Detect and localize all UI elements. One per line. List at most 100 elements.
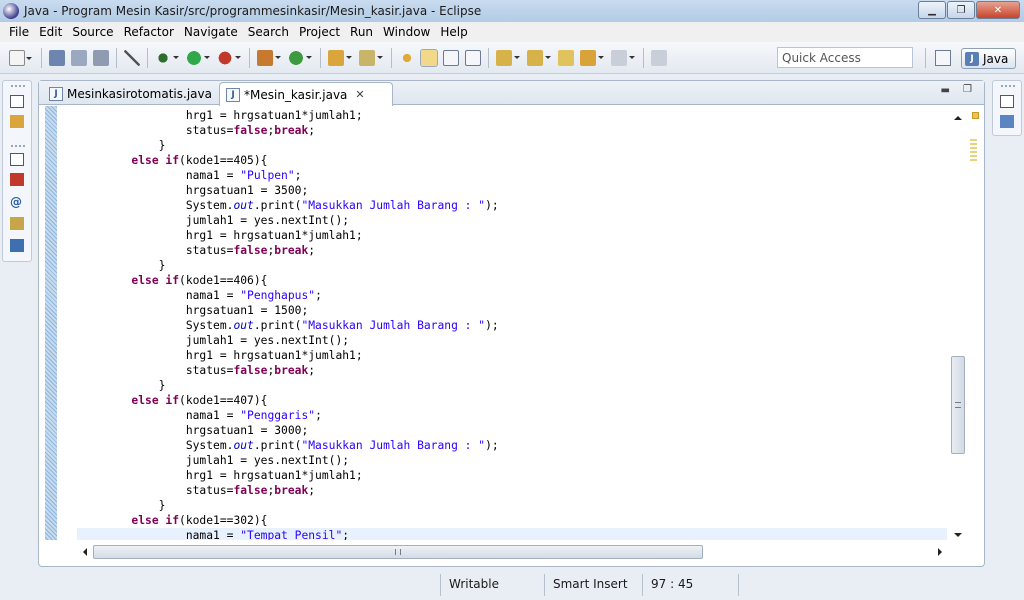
code-token: .print(	[253, 199, 302, 212]
maximize-view-icon[interactable]: ❐	[963, 84, 972, 95]
code-line[interactable]: else if(kode1==405){	[77, 153, 947, 168]
code-line[interactable]: nama1 = "Tempat Pensil";	[77, 528, 947, 540]
console-icon[interactable]	[10, 239, 24, 252]
code-line[interactable]: status=false;break;	[77, 363, 947, 378]
menu-search[interactable]: Search	[243, 25, 294, 39]
code-line[interactable]: hrg1 = hrgsatuan1*jumlah1;	[77, 348, 947, 363]
code-line[interactable]: }	[77, 498, 947, 513]
vertical-scroll-thumb[interactable]	[951, 356, 965, 454]
minimize-view-icon[interactable]: ▬	[941, 85, 950, 96]
save-all-icon[interactable]	[71, 49, 87, 66]
skip-breakpoints-icon[interactable]	[124, 49, 140, 66]
menu-run[interactable]: Run	[345, 25, 378, 39]
new-java-class-icon[interactable]	[288, 49, 312, 66]
new-icon[interactable]	[9, 49, 32, 66]
javadoc-icon[interactable]: @	[10, 195, 24, 209]
code-line[interactable]: nama1 = "Penghapus";	[77, 288, 947, 303]
trim-grip	[1001, 85, 1015, 87]
restore-icon[interactable]	[10, 95, 24, 108]
run-external-tools-icon[interactable]	[217, 49, 241, 66]
overview-ruler-marks[interactable]	[970, 139, 977, 161]
scroll-left-icon[interactable]	[79, 548, 87, 556]
menu-bar: File Edit Source Refactor Navigate Searc…	[0, 22, 1024, 42]
menu-source[interactable]: Source	[67, 25, 118, 39]
toggle-highlight-icon[interactable]	[420, 48, 438, 67]
pin-editor-icon[interactable]	[651, 49, 667, 66]
run-icon[interactable]	[186, 49, 210, 66]
code-line[interactable]: hrgsatuan1 = 3500;	[77, 183, 947, 198]
code-line[interactable]: else if(kode1==406){	[77, 273, 947, 288]
quick-access-input[interactable]: Quick Access	[777, 47, 913, 68]
menu-window[interactable]: Window	[378, 25, 435, 39]
code-line[interactable]: status=false;break;	[77, 243, 947, 258]
next-annotation-icon[interactable]	[496, 49, 520, 66]
code-line[interactable]: else if(kode1==302){	[77, 513, 947, 528]
menu-project[interactable]: Project	[294, 25, 345, 39]
close-window-button[interactable]: ✕	[976, 1, 1020, 19]
previous-annotation-icon[interactable]	[527, 49, 551, 66]
open-type-icon[interactable]	[328, 49, 352, 66]
menu-help[interactable]: Help	[435, 25, 472, 39]
code-token: (kode1==407){	[179, 394, 268, 407]
code-line[interactable]: hrgsatuan1 = 3000;	[77, 423, 947, 438]
code-line[interactable]: jumlah1 = yes.nextInt();	[77, 213, 947, 228]
close-tab-icon[interactable]: ✕	[355, 88, 364, 101]
tab-mesin-kasir[interactable]: J *Mesin_kasir.java ✕	[219, 82, 393, 106]
open-perspective-icon[interactable]	[935, 50, 951, 66]
maximize-button[interactable]: ❐	[947, 1, 975, 19]
code-token: }	[77, 139, 166, 152]
code-line[interactable]: nama1 = "Pulpen";	[77, 168, 947, 183]
problems-icon[interactable]	[10, 173, 24, 186]
code-line[interactable]: System.out.print("Masukkan Jumlah Barang…	[77, 198, 947, 213]
menu-file[interactable]: File	[4, 25, 34, 39]
declaration-icon[interactable]	[10, 217, 24, 230]
scroll-up-icon[interactable]	[954, 112, 962, 120]
editor-tab-bar: J Mesinkasirotomatis.java J *Mesin_kasir…	[39, 81, 984, 106]
tab-mesinkasirotomatis[interactable]: J Mesinkasirotomatis.java	[43, 82, 217, 105]
code-line[interactable]: hrg1 = hrgsatuan1*jumlah1;	[77, 108, 947, 123]
code-line[interactable]: System.out.print("Masukkan Jumlah Barang…	[77, 318, 947, 333]
outline-icon[interactable]	[1000, 115, 1014, 128]
show-whitespace-icon[interactable]	[465, 49, 481, 66]
block-selection-icon[interactable]	[443, 49, 459, 66]
horizontal-scroll-thumb[interactable]	[93, 545, 703, 559]
code-line[interactable]: }	[77, 378, 947, 393]
scroll-down-icon[interactable]	[954, 533, 962, 541]
new-java-package-icon[interactable]	[257, 49, 281, 66]
code-line[interactable]: }	[77, 138, 947, 153]
restore-icon[interactable]	[1000, 95, 1014, 108]
java-perspective-button[interactable]: J Java	[961, 48, 1016, 69]
code-editor[interactable]: hrg1 = hrgsatuan1*jumlah1; status=false;…	[39, 106, 984, 540]
code-line[interactable]: hrg1 = hrgsatuan1*jumlah1;	[77, 468, 947, 483]
code-line[interactable]: System.out.print("Masukkan Jumlah Barang…	[77, 438, 947, 453]
insert-mode-status[interactable]: Smart Insert	[553, 577, 628, 591]
code-line[interactable]: status=false;break;	[77, 123, 947, 138]
code-line[interactable]: hrgsatuan1 = 1500;	[77, 303, 947, 318]
scroll-right-icon[interactable]	[938, 548, 946, 556]
search-icon[interactable]	[359, 49, 383, 66]
menu-refactor[interactable]: Refactor	[119, 25, 179, 39]
forward-icon[interactable]	[611, 49, 635, 66]
toggle-mark-occurrences-icon[interactable]	[399, 49, 415, 66]
save-icon[interactable]	[49, 49, 65, 66]
code-line[interactable]: }	[77, 258, 947, 273]
menu-navigate[interactable]: Navigate	[179, 25, 243, 39]
code-line[interactable]: jumlah1 = yes.nextInt();	[77, 453, 947, 468]
last-edit-location-icon[interactable]	[558, 49, 574, 66]
code-token: "Masukkan Jumlah Barang : "	[301, 199, 486, 212]
vertical-scrollbar[interactable]	[950, 106, 967, 540]
debug-icon[interactable]	[155, 49, 179, 66]
package-explorer-icon[interactable]	[10, 115, 24, 128]
code-line[interactable]: status=false;break;	[77, 483, 947, 498]
code-line[interactable]: jumlah1 = yes.nextInt();	[77, 333, 947, 348]
print-icon[interactable]	[93, 49, 109, 66]
minimize-button[interactable]: ▁	[918, 1, 946, 19]
code-line[interactable]: nama1 = "Penggaris";	[77, 408, 947, 423]
restore-icon[interactable]	[10, 153, 24, 166]
left-trim-stack: @	[2, 80, 32, 262]
menu-edit[interactable]: Edit	[34, 25, 67, 39]
code-line[interactable]: else if(kode1==407){	[77, 393, 947, 408]
code-line[interactable]: hrg1 = hrgsatuan1*jumlah1;	[77, 228, 947, 243]
warning-overview-icon[interactable]	[972, 112, 979, 119]
back-icon[interactable]	[580, 49, 604, 66]
